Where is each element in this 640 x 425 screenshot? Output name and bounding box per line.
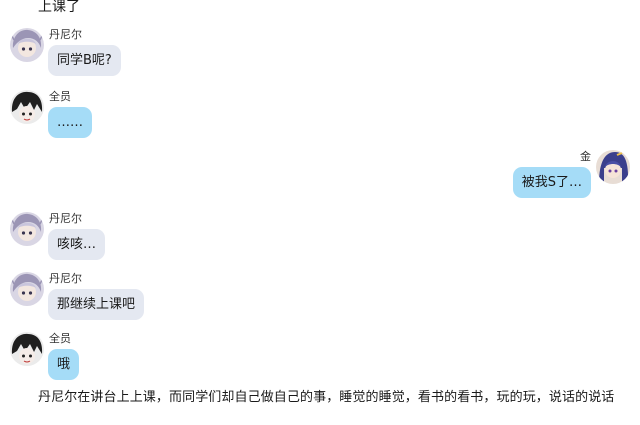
sender-name: 全员 bbox=[49, 90, 71, 103]
message-bubble[interactable]: 被我S了… bbox=[512, 167, 591, 198]
narration-text: 丹尼尔在讲台上上课，而同学们却自己做自己的事，睡觉的睡觉，看书的看书，玩的玩，说… bbox=[38, 390, 615, 405]
message-bubble[interactable]: 哦 bbox=[48, 349, 80, 380]
danier-avatar[interactable] bbox=[10, 212, 44, 246]
jin-avatar[interactable] bbox=[596, 150, 630, 184]
chat-message: 丹尼尔 同学B呢? bbox=[0, 28, 640, 80]
danier-avatar[interactable] bbox=[10, 28, 44, 62]
sender-name: 全员 bbox=[49, 332, 71, 345]
chat-message: 丹尼尔 咳咳… bbox=[0, 212, 640, 264]
quanyuan-avatar[interactable] bbox=[10, 332, 44, 366]
sender-name: 丹尼尔 bbox=[49, 28, 82, 41]
message-bubble[interactable]: 咳咳… bbox=[48, 229, 106, 260]
chat-message: 全员 …… bbox=[0, 90, 640, 142]
sender-name: 丹尼尔 bbox=[49, 212, 82, 225]
top-text: 上课了 bbox=[38, 0, 80, 15]
message-bubble[interactable]: …… bbox=[48, 107, 92, 138]
message-bubble[interactable]: 那继续上课吧 bbox=[48, 289, 145, 320]
sender-name: 金 bbox=[580, 150, 591, 163]
chat-message: 丹尼尔 那继续上课吧 bbox=[0, 272, 640, 324]
chat-message: 全员 哦 bbox=[0, 332, 640, 384]
sender-name: 丹尼尔 bbox=[49, 272, 82, 285]
danier-avatar[interactable] bbox=[10, 272, 44, 306]
quanyuan-avatar[interactable] bbox=[10, 90, 44, 124]
chat-message: 金 被我S了… bbox=[0, 150, 640, 202]
message-bubble[interactable]: 同学B呢? bbox=[48, 45, 121, 76]
